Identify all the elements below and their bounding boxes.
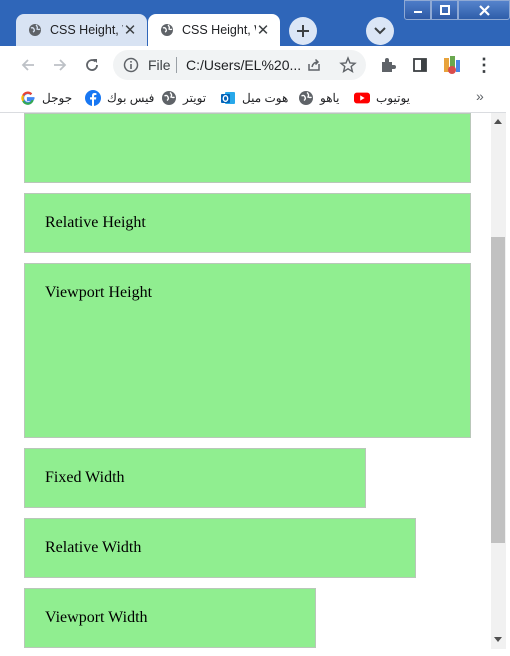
scroll-down-icon[interactable] bbox=[494, 637, 502, 642]
bookmark-label: يوتيوب bbox=[376, 91, 410, 105]
tab-1[interactable]: CSS Height, Width ✕ bbox=[16, 14, 147, 46]
bookmark-label: ياهو bbox=[320, 91, 340, 105]
globe-icon bbox=[28, 23, 42, 37]
reload-icon bbox=[86, 59, 98, 71]
window-frame bbox=[506, 46, 510, 656]
google-icon bbox=[20, 90, 36, 106]
title-bar: CSS Height, Width ✕ CSS Height, Width ✕ bbox=[0, 0, 510, 46]
tab-close-icon[interactable]: ✕ bbox=[256, 21, 270, 39]
bookmark-google[interactable]: جوجل bbox=[20, 89, 72, 107]
plus-icon bbox=[297, 25, 309, 37]
minimize-button[interactable] bbox=[404, 0, 431, 20]
globe-icon bbox=[298, 90, 314, 106]
bookmark-label: جوجل bbox=[42, 91, 73, 105]
side-panel-button[interactable] bbox=[408, 53, 432, 77]
youtube-icon bbox=[354, 90, 370, 106]
tab-search-button[interactable] bbox=[366, 17, 394, 45]
arrow-left-icon bbox=[21, 59, 34, 71]
maximize-button[interactable] bbox=[431, 0, 458, 20]
window-frame-bottom bbox=[0, 649, 510, 656]
browser-toolbar: File C:/Users/EL%20... ⋮ bbox=[0, 46, 510, 84]
tab-title: CSS Height, Width bbox=[182, 23, 256, 37]
bookmark-yahoo[interactable]: ياهو bbox=[298, 89, 340, 107]
menu-button[interactable]: ⋮ bbox=[472, 53, 496, 77]
bookmark-facebook[interactable]: فيس بوك bbox=[85, 89, 154, 107]
bookmarks-overflow-icon[interactable]: » bbox=[476, 88, 484, 104]
close-window-button[interactable] bbox=[458, 0, 510, 20]
vertical-scrollbar[interactable] bbox=[491, 113, 506, 649]
url-text[interactable]: C:/Users/EL%20... bbox=[186, 57, 301, 73]
bookmark-star-icon[interactable] bbox=[339, 56, 357, 74]
avatar bbox=[444, 56, 460, 74]
box-fixed-width: Fixed Width bbox=[24, 448, 366, 508]
scroll-up-icon[interactable] bbox=[494, 119, 502, 124]
bookmarks-bar: جوجل فيس بوك تويتر هوت ميل ياهو يوتيوب » bbox=[0, 84, 510, 113]
box-viewport-height: Viewport Height bbox=[24, 263, 471, 438]
arrow-right-icon bbox=[54, 59, 67, 71]
box-relative-height: Relative Height bbox=[24, 193, 471, 253]
forward-button[interactable] bbox=[48, 53, 72, 77]
globe-icon bbox=[160, 23, 174, 37]
scrollbar-thumb[interactable] bbox=[491, 237, 505, 543]
outlook-icon bbox=[220, 90, 236, 106]
extensions-button[interactable] bbox=[376, 53, 400, 77]
tab-title: CSS Height, Width bbox=[50, 23, 123, 37]
close-icon bbox=[478, 4, 490, 16]
tab-2-active[interactable]: CSS Height, Width ✕ bbox=[148, 14, 280, 46]
maximize-icon bbox=[439, 5, 450, 15]
profile-button[interactable] bbox=[440, 53, 464, 77]
minimize-icon bbox=[413, 11, 422, 13]
box-viewport-width: Viewport Width bbox=[24, 588, 316, 648]
window-controls bbox=[404, 0, 510, 21]
kebab-menu-icon: ⋮ bbox=[475, 54, 493, 75]
bookmark-label: هوت ميل bbox=[242, 91, 289, 105]
reload-button[interactable] bbox=[80, 53, 104, 77]
box-relative-width: Relative Width bbox=[24, 518, 416, 578]
tab-close-icon[interactable]: ✕ bbox=[123, 21, 137, 39]
back-button[interactable] bbox=[16, 53, 40, 77]
bookmark-label: تويتر bbox=[183, 91, 207, 105]
address-bar[interactable]: File C:/Users/EL%20... bbox=[113, 50, 366, 80]
bookmark-label: فيس بوك bbox=[107, 91, 155, 105]
page-viewport: Relative Height Viewport Height Fixed Wi… bbox=[0, 113, 491, 649]
new-tab-button[interactable] bbox=[289, 17, 317, 45]
bookmark-hotmail[interactable]: هوت ميل bbox=[220, 89, 288, 107]
info-icon[interactable] bbox=[123, 57, 139, 73]
share-icon[interactable] bbox=[306, 57, 322, 73]
divider bbox=[176, 57, 177, 73]
side-panel-icon bbox=[413, 58, 427, 72]
box-top-partial bbox=[24, 113, 471, 183]
bookmark-twitter[interactable]: تويتر bbox=[161, 89, 206, 107]
puzzle-icon bbox=[382, 58, 396, 72]
chevron-down-icon bbox=[374, 27, 386, 35]
globe-icon bbox=[161, 90, 177, 106]
url-scheme-label: File bbox=[148, 57, 171, 73]
facebook-icon bbox=[85, 90, 101, 106]
bookmark-youtube[interactable]: يوتيوب bbox=[354, 89, 410, 107]
